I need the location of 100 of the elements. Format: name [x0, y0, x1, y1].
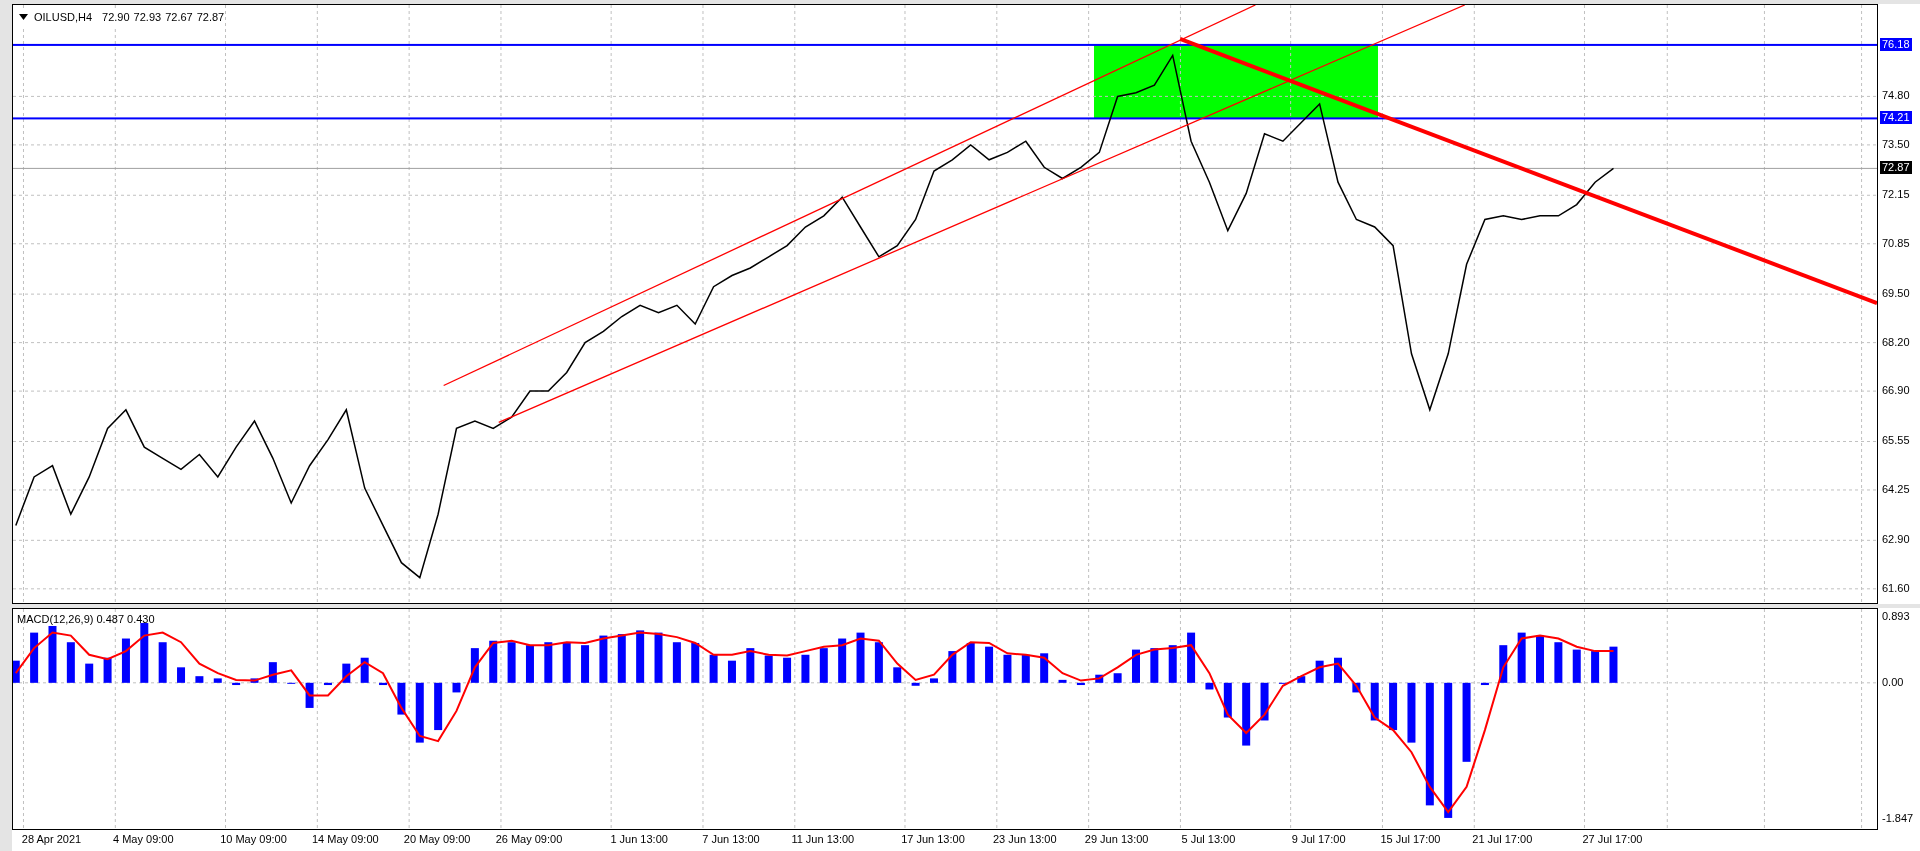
histogram-bar — [1205, 682, 1214, 690]
indicator-axis-label: 0.00 — [1882, 675, 1904, 689]
histogram-bar — [360, 657, 369, 683]
histogram-bar — [1499, 645, 1508, 683]
histogram-bar — [911, 682, 920, 686]
histogram-bar — [177, 667, 186, 683]
price-tag: 72.87 — [1880, 161, 1912, 175]
time-axis-label: 4 May 09:00 — [113, 833, 174, 846]
time-axis-label: 1 Jun 13:00 — [610, 833, 668, 846]
histogram-bar — [1591, 651, 1600, 683]
histogram-bar — [66, 642, 75, 683]
time-axis-label: 20 May 09:00 — [403, 833, 471, 846]
price-axis-label: 72.15 — [1882, 188, 1910, 202]
histogram-bar — [544, 642, 553, 683]
histogram-bar — [856, 632, 865, 683]
histogram-bar — [470, 648, 479, 683]
price-axis-label: 68.20 — [1882, 335, 1910, 349]
histogram-bar — [195, 676, 204, 683]
histogram-bar — [636, 630, 645, 683]
histogram-bar — [13, 660, 20, 683]
histogram-bar — [1076, 682, 1085, 686]
histogram-bar — [1334, 657, 1342, 683]
histogram-bar — [1260, 682, 1269, 721]
time-axis-label: 23 Jun 13:00 — [993, 833, 1057, 846]
histogram-bar — [305, 682, 314, 708]
histogram-bar — [654, 632, 663, 683]
histogram-bar — [232, 682, 241, 686]
histogram-bar — [452, 682, 461, 693]
histogram-bar — [1242, 682, 1251, 746]
symbol-label: OILUSD,H4 — [34, 10, 93, 25]
histogram-bar — [268, 662, 277, 683]
histogram-bar — [323, 682, 332, 686]
histogram-bar — [1132, 649, 1140, 683]
histogram-bar — [1297, 676, 1306, 683]
histogram-bar — [1480, 682, 1489, 686]
histogram-bar — [1095, 674, 1104, 683]
histogram-bar — [1609, 646, 1618, 683]
histogram-bar — [948, 651, 957, 683]
price-axis-label: 66.90 — [1882, 384, 1910, 398]
histogram-bar — [727, 660, 736, 683]
ohlc-value: 72.67 — [165, 10, 193, 25]
price-tag: 76.18 — [1880, 37, 1912, 51]
time-axis-label: 5 Jul 13:00 — [1181, 833, 1236, 846]
histogram-bar — [489, 640, 498, 683]
histogram-bar — [709, 654, 718, 683]
histogram-bar — [985, 646, 994, 683]
histogram-bar — [121, 638, 130, 683]
histogram-bar — [1352, 682, 1361, 693]
histogram-bar — [48, 626, 57, 683]
price-axis-label: 65.55 — [1882, 434, 1910, 448]
histogram-bar — [819, 648, 828, 683]
histogram-bar — [1315, 660, 1324, 683]
histogram-bar — [1040, 653, 1049, 683]
histogram-bar — [874, 642, 883, 683]
histogram-bar — [379, 682, 388, 686]
price-axis-label: 70.85 — [1882, 236, 1910, 250]
histogram-bar — [1187, 632, 1196, 683]
time-axis-label: 15 Jul 17:00 — [1380, 833, 1441, 846]
histogram-bar — [1150, 648, 1159, 683]
price-axis-label: 74.80 — [1882, 89, 1910, 103]
time-axis-label: 11 Jun 13:00 — [791, 833, 855, 846]
time-axis-label: 7 Jun 13:00 — [702, 833, 760, 846]
price-axis-label: 61.60 — [1882, 581, 1910, 595]
time-axis-label: 10 May 09:00 — [220, 833, 287, 846]
histogram-bar — [672, 642, 681, 683]
time-axis-label: 9 Jul 17:00 — [1291, 833, 1346, 846]
histogram-bar — [1058, 679, 1067, 683]
histogram-bar — [599, 635, 608, 683]
histogram-bar — [103, 657, 112, 683]
indicator-axis-label: 0.893 — [1882, 609, 1910, 623]
histogram-bar — [434, 682, 443, 731]
price-axis-label: 69.50 — [1882, 287, 1910, 301]
histogram-bar — [213, 678, 222, 683]
histogram-bar — [507, 642, 516, 683]
time-axis-label: 14 May 09:00 — [312, 833, 379, 846]
indicator-axis-label: -1.847 — [1882, 812, 1914, 826]
histogram-bar — [158, 642, 167, 683]
histogram-bar — [250, 678, 259, 683]
histogram-bar — [966, 642, 975, 683]
histogram-bar — [746, 648, 755, 683]
histogram-bar — [525, 645, 534, 683]
time-axis-label: 21 Jul 17:00 — [1472, 833, 1533, 846]
histogram-bar — [342, 663, 351, 683]
dropdown-triangle-icon[interactable] — [19, 14, 28, 21]
histogram-bar — [1370, 682, 1379, 721]
histogram-bar — [415, 682, 424, 743]
histogram-bar — [1517, 632, 1526, 683]
histogram-bar — [1389, 682, 1398, 731]
histogram-bar — [930, 678, 938, 683]
histogram-bar — [397, 682, 406, 715]
histogram-bar — [140, 623, 149, 683]
ohlc-value: 72.93 — [133, 10, 162, 25]
time-axis-label: 26 May 09:00 — [495, 833, 563, 846]
ohlc-value: 72.90 — [102, 10, 130, 25]
histogram-bar — [1021, 654, 1030, 683]
histogram-bar — [801, 654, 810, 683]
time-axis-label: 29 Jun 13:00 — [1084, 833, 1149, 846]
histogram-bar — [783, 657, 792, 683]
time-axis-label: 17 Jun 13:00 — [901, 833, 965, 846]
histogram-bar — [1003, 654, 1012, 683]
